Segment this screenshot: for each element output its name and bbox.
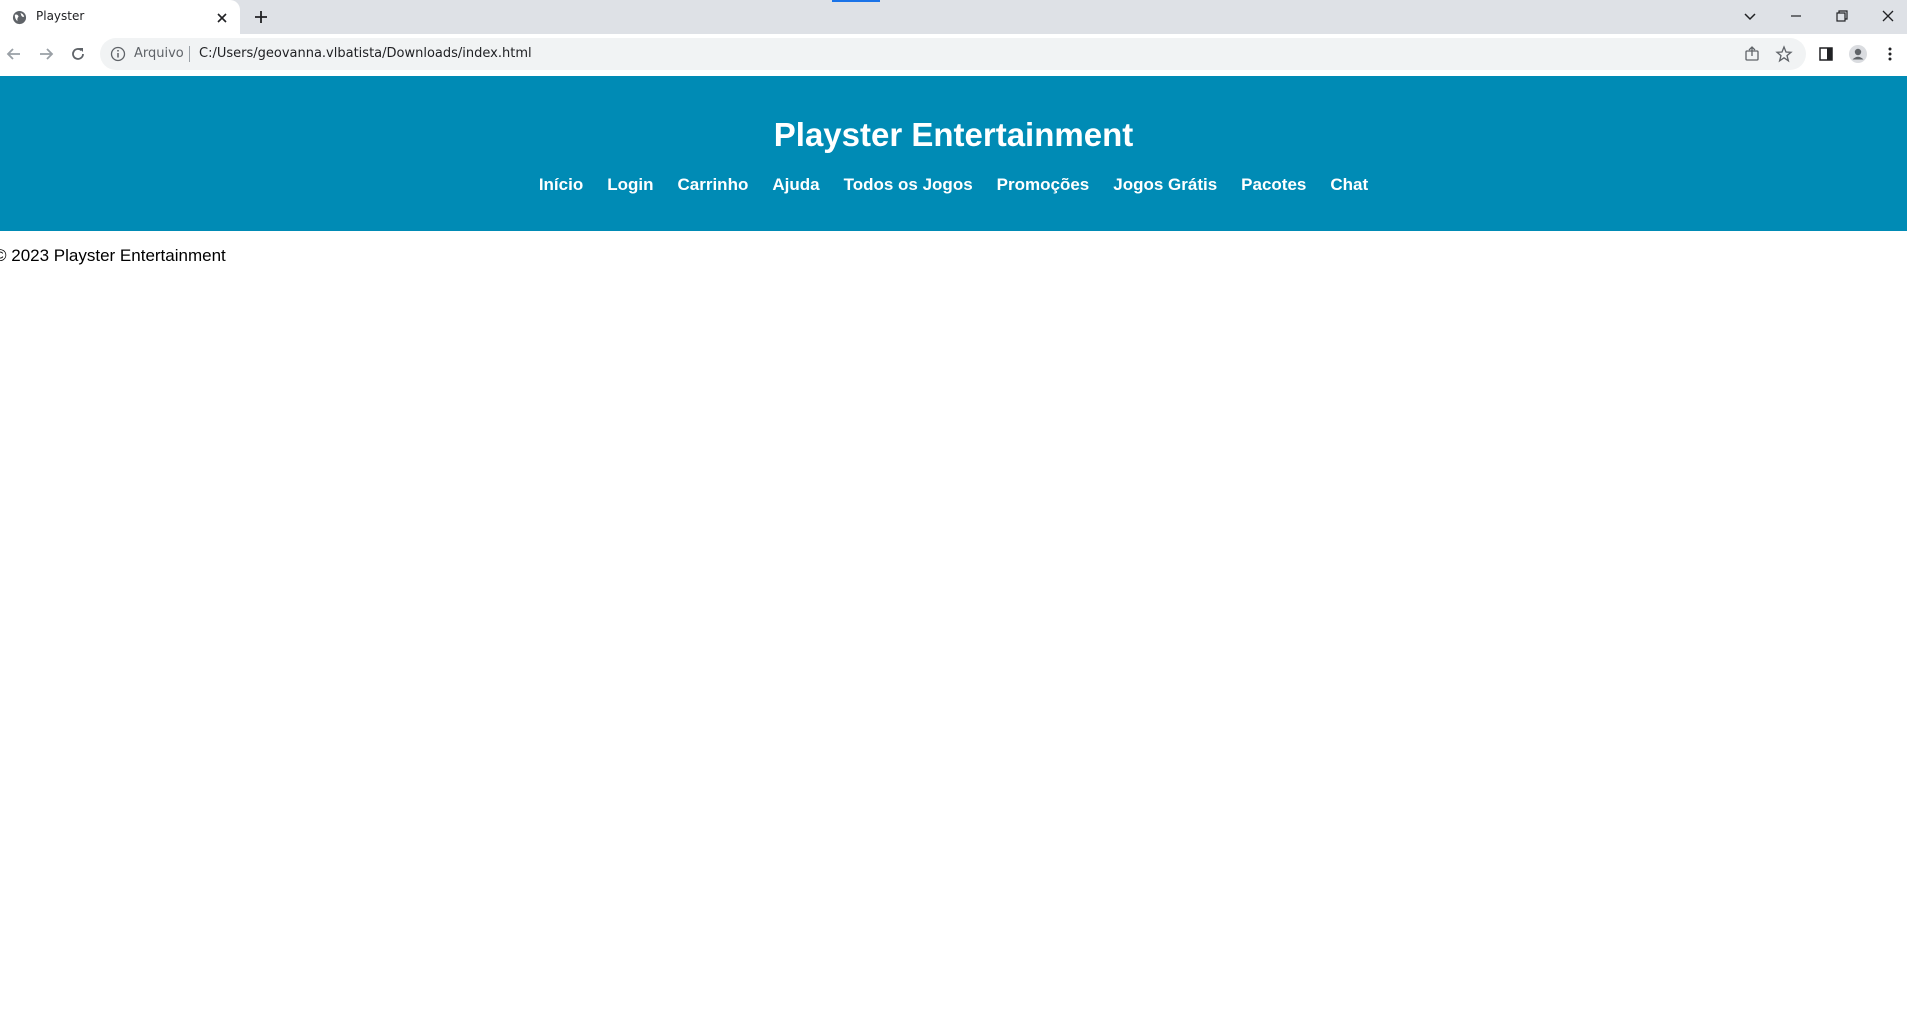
back-arrow-icon[interactable] [3,43,25,65]
bookmark-star-icon[interactable] [1775,45,1793,63]
tab-title: Playster [36,9,85,23]
address-separator [189,46,190,62]
address-bar[interactable]: Arquivo C:/Users/geovanna.vlbatista/Down… [100,38,1806,70]
nav-link-jogos-gratis[interactable]: Jogos Grátis [1113,175,1217,195]
nav-link-login[interactable]: Login [607,175,653,195]
site-footer: © 2023 Playster Entertainment [0,246,226,265]
site-info-icon[interactable] [110,46,126,62]
nav-link-chat[interactable]: Chat [1330,175,1368,195]
nav-link-carrinho[interactable]: Carrinho [678,175,749,195]
close-window-icon[interactable] [1878,6,1898,26]
nav-link-pacotes[interactable]: Pacotes [1241,175,1306,195]
new-tab-plus-icon[interactable] [252,8,270,26]
more-menu-icon[interactable] [1880,44,1900,64]
forward-arrow-icon[interactable] [35,43,57,65]
site-title: Playster Entertainment [773,116,1134,153]
site-header: Playster Entertainment Início Login Carr… [0,76,1907,231]
address-url-text[interactable]: C:/Users/geovanna.vlbatista/Downloads/in… [199,46,532,61]
browser-toolbar: Arquivo C:/Users/geovanna.vlbatista/Down… [0,34,1907,76]
nav-link-todos-os-jogos[interactable]: Todos os Jogos [844,175,973,195]
browser-tab-active[interactable]: Playster [0,0,240,34]
restore-window-icon[interactable] [1832,6,1852,26]
profile-avatar-icon[interactable] [1848,44,1868,64]
side-panel-icon[interactable] [1816,44,1836,64]
main-nav: Início Login Carrinho Ajuda Todos os Jog… [0,175,1907,195]
nav-link-inicio[interactable]: Início [539,175,583,195]
browser-tab-strip: Playster [0,0,1907,34]
tab-search-chevron-down-icon[interactable] [1740,6,1760,26]
close-tab-icon[interactable] [214,10,230,26]
tab-loading-accent [832,0,880,2]
share-icon[interactable] [1743,45,1761,63]
nav-link-ajuda[interactable]: Ajuda [772,175,819,195]
minimize-icon[interactable] [1786,6,1806,26]
address-scheme-label: Arquivo [134,46,184,61]
reload-icon[interactable] [67,43,89,65]
nav-link-promocoes[interactable]: Promoções [997,175,1090,195]
globe-icon [12,10,27,25]
